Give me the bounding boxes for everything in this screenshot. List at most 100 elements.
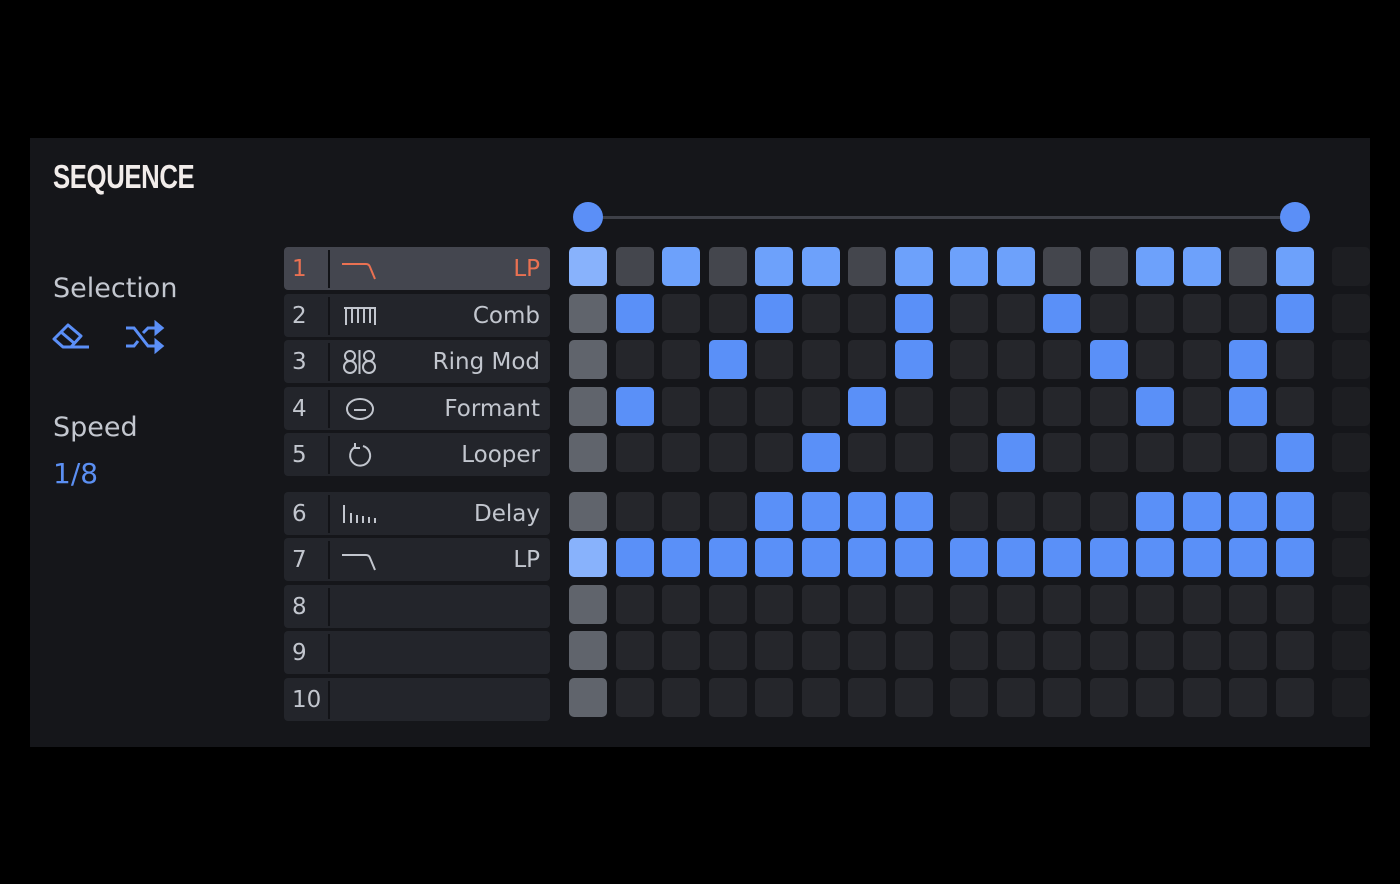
step-cell-active[interactable] <box>801 492 840 531</box>
step-cell-active[interactable] <box>615 387 654 426</box>
step-cell-active[interactable] <box>848 492 886 531</box>
step-cell-active[interactable] <box>755 492 793 531</box>
step-cell[interactable] <box>848 340 886 379</box>
step-cell[interactable] <box>1089 247 1128 286</box>
step-cell[interactable] <box>1136 433 1174 472</box>
step-cell-active[interactable] <box>894 294 933 333</box>
step-cell[interactable] <box>1089 387 1128 426</box>
step-cell[interactable] <box>662 294 700 333</box>
step-cell[interactable] <box>950 294 988 333</box>
step-cell-active[interactable] <box>1182 538 1221 577</box>
step-cell[interactable] <box>1136 340 1174 379</box>
step-cell[interactable] <box>615 585 654 624</box>
step-cell[interactable] <box>848 678 886 717</box>
step-cell[interactable] <box>1089 492 1128 531</box>
step-cell[interactable] <box>801 294 840 333</box>
step-cell-active[interactable] <box>1275 538 1314 577</box>
step-cell-active[interactable] <box>1136 492 1174 531</box>
step-cell[interactable] <box>615 433 654 472</box>
step-cell[interactable] <box>708 433 747 472</box>
step-cell-active[interactable] <box>1043 294 1081 333</box>
step-cell[interactable] <box>615 247 654 286</box>
step-cell[interactable] <box>996 294 1035 333</box>
step-cell[interactable] <box>1043 247 1081 286</box>
step-cell[interactable] <box>708 678 747 717</box>
step-cell[interactable] <box>1275 678 1314 717</box>
step-cell[interactable] <box>1182 678 1221 717</box>
step-cell[interactable] <box>1229 247 1267 286</box>
step-cell[interactable] <box>894 678 933 717</box>
step-cell[interactable] <box>569 340 607 379</box>
step-cell-active[interactable] <box>950 538 988 577</box>
step-cell-active[interactable] <box>950 247 988 286</box>
step-cell[interactable] <box>662 433 700 472</box>
step-cell[interactable] <box>894 433 933 472</box>
step-cell[interactable] <box>848 433 886 472</box>
step-cell[interactable] <box>662 340 700 379</box>
step-cell-active[interactable] <box>1136 247 1174 286</box>
step-cell[interactable] <box>1182 387 1221 426</box>
step-cell-active[interactable] <box>1229 538 1267 577</box>
step-cell[interactable] <box>848 631 886 670</box>
step-cell-active[interactable] <box>708 340 747 379</box>
step-cell[interactable] <box>708 247 747 286</box>
step-cell[interactable] <box>755 340 793 379</box>
step-cell[interactable] <box>996 340 1035 379</box>
step-cell-active[interactable] <box>1229 387 1267 426</box>
step-cell[interactable] <box>894 631 933 670</box>
step-cell-active[interactable] <box>1136 387 1174 426</box>
step-cell[interactable] <box>848 294 886 333</box>
step-cell-active[interactable] <box>662 538 700 577</box>
step-cell[interactable] <box>569 678 607 717</box>
step-cell-active[interactable] <box>1229 340 1267 379</box>
step-cell[interactable] <box>950 387 988 426</box>
step-cell[interactable] <box>1043 585 1081 624</box>
step-cell[interactable] <box>708 492 747 531</box>
step-cell[interactable] <box>996 678 1035 717</box>
step-cell-active[interactable] <box>708 538 747 577</box>
step-cell-active[interactable] <box>848 538 886 577</box>
step-cell[interactable] <box>1182 294 1221 333</box>
eraser-icon[interactable] <box>51 320 93 354</box>
step-cell-active[interactable] <box>1182 247 1221 286</box>
step-cell[interactable] <box>1229 585 1267 624</box>
speed-value[interactable]: 1/8 <box>53 457 98 490</box>
step-cell[interactable] <box>801 631 840 670</box>
step-cell[interactable] <box>662 492 700 531</box>
step-cell[interactable] <box>615 678 654 717</box>
step-cell[interactable] <box>708 294 747 333</box>
step-cell-active[interactable] <box>662 247 700 286</box>
step-cell-active[interactable] <box>894 247 933 286</box>
step-cell-active[interactable] <box>996 433 1035 472</box>
step-cell[interactable] <box>848 247 886 286</box>
step-cell-active[interactable] <box>615 294 654 333</box>
step-cell[interactable] <box>615 631 654 670</box>
step-cell[interactable] <box>801 340 840 379</box>
step-cell[interactable] <box>1229 678 1267 717</box>
step-cell[interactable] <box>1136 631 1174 670</box>
step-cell[interactable] <box>996 585 1035 624</box>
track-row[interactable]: 3 Ring Mod <box>284 340 550 383</box>
step-cell[interactable] <box>755 585 793 624</box>
step-cell[interactable] <box>801 678 840 717</box>
step-cell-active[interactable] <box>755 538 793 577</box>
track-row[interactable]: 1 LP <box>284 247 550 290</box>
step-cell[interactable] <box>801 585 840 624</box>
step-cell-active[interactable] <box>1275 247 1314 286</box>
step-cell[interactable] <box>662 585 700 624</box>
track-row[interactable]: 9 <box>284 631 550 674</box>
step-cell[interactable] <box>755 631 793 670</box>
step-cell[interactable] <box>894 387 933 426</box>
step-cell-active[interactable] <box>1275 492 1314 531</box>
step-cell-active[interactable] <box>848 387 886 426</box>
step-cell[interactable] <box>1043 492 1081 531</box>
step-cell-active[interactable] <box>1182 492 1221 531</box>
track-row[interactable]: 2 Comb <box>284 294 550 337</box>
step-cell-active[interactable] <box>801 247 840 286</box>
step-cell[interactable] <box>569 492 607 531</box>
step-cell[interactable] <box>1229 294 1267 333</box>
step-cell[interactable] <box>848 585 886 624</box>
step-cell[interactable] <box>1136 585 1174 624</box>
step-cell[interactable] <box>755 433 793 472</box>
step-cell-active[interactable] <box>569 538 607 577</box>
